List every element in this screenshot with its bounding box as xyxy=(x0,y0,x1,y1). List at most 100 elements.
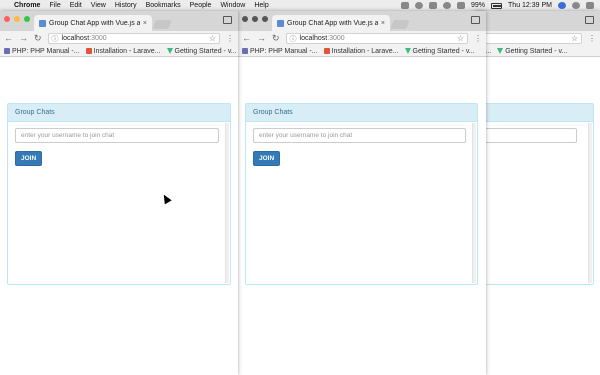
php-icon xyxy=(242,48,248,54)
browser-tab[interactable]: Group Chat App with Vue.js a × xyxy=(272,15,390,31)
search-icon[interactable] xyxy=(572,2,580,9)
scrollbar[interactable] xyxy=(225,123,229,283)
new-tab-button[interactable] xyxy=(390,20,410,29)
join-button[interactable]: JOIN xyxy=(253,151,281,166)
bookmark-star-icon[interactable]: ☆ xyxy=(571,34,578,43)
menu-history[interactable]: History xyxy=(115,2,137,9)
bluetooth-icon[interactable] xyxy=(443,2,452,9)
panel-heading xyxy=(474,104,593,122)
menu-window[interactable]: Window xyxy=(220,2,245,9)
forward-icon[interactable]: → xyxy=(257,34,266,43)
username-input[interactable] xyxy=(474,128,577,143)
browser-toolbar: ← → ↻ ⓘ localhost:3000 ☆ ⋮ xyxy=(0,31,238,46)
menu-file[interactable]: File xyxy=(49,2,60,9)
group-chats-panel xyxy=(474,103,594,285)
reload-icon[interactable]: ↻ xyxy=(34,34,42,43)
bookmark-label: Installation - Larave... xyxy=(331,47,399,55)
back-icon[interactable]: ← xyxy=(242,34,251,43)
minimize-window-icon[interactable] xyxy=(252,16,258,22)
close-window-icon[interactable] xyxy=(4,16,10,22)
url-host: localhost xyxy=(61,35,90,42)
menu-help[interactable]: Help xyxy=(254,2,268,9)
zoom-window-icon[interactable] xyxy=(24,16,30,22)
tab-strip xyxy=(474,11,600,31)
chrome-menu-icon[interactable]: ⋮ xyxy=(226,34,234,43)
tab-strip: Group Chat App with Vue.js a × xyxy=(238,11,486,31)
menu-edit[interactable]: Edit xyxy=(70,2,82,9)
avatar-icon[interactable] xyxy=(558,2,566,9)
bookmark-label: Installation - Larave... xyxy=(93,47,161,55)
bookmark-vue[interactable]: Getting Started - v... xyxy=(497,48,567,55)
scrollbar[interactable] xyxy=(472,123,476,283)
laravel-icon xyxy=(323,48,330,54)
address-bar[interactable]: ☆ xyxy=(478,33,582,44)
join-button[interactable]: JOIN xyxy=(15,151,43,166)
cloud-icon[interactable] xyxy=(429,2,438,9)
bookmark-laravel[interactable]: Installation - Larave... xyxy=(85,47,161,55)
panel-body xyxy=(474,122,593,149)
browser-window-3: ☆ ⋮ ve... Getting Started - v... xyxy=(474,11,600,375)
bookmark-php[interactable]: PHP: PHP Manual -... xyxy=(4,48,80,55)
chrome-menu-icon[interactable]: ⋮ xyxy=(474,34,482,43)
bookmark-label: Getting Started - v... xyxy=(505,47,568,55)
tab-strip: Group Chat App with Vue.js a × xyxy=(0,11,238,31)
reload-icon[interactable]: ↻ xyxy=(272,34,280,43)
bookmark-vue[interactable]: Getting Started - v... xyxy=(404,47,475,55)
browser-toolbar: ← → ↻ ⓘ localhost:3000 ☆ ⋮ xyxy=(238,31,486,46)
tab-close-icon[interactable]: × xyxy=(143,20,147,27)
window-controls xyxy=(242,16,268,22)
bookmark-label: PHP: PHP Manual -... xyxy=(12,47,80,55)
url-port: :3000 xyxy=(89,35,107,42)
menu-list-icon[interactable] xyxy=(586,2,594,9)
chrome-menu-icon[interactable]: ⋮ xyxy=(588,34,596,43)
new-tab-button[interactable] xyxy=(152,20,172,29)
bookmark-star-icon[interactable]: ☆ xyxy=(209,34,216,43)
menu-people[interactable]: People xyxy=(190,2,212,9)
menu-app-name[interactable]: Chrome xyxy=(14,2,40,9)
username-input[interactable] xyxy=(15,128,219,143)
battery-icon[interactable] xyxy=(491,2,503,9)
timer-icon[interactable] xyxy=(415,2,424,9)
clock[interactable]: Thu 12:39 PM xyxy=(508,2,552,9)
bookmark-star-icon[interactable]: ☆ xyxy=(457,34,464,43)
forward-icon[interactable]: → xyxy=(19,34,28,43)
profile-icon[interactable] xyxy=(223,16,232,24)
panel-body: JOIN xyxy=(246,122,477,172)
menu-bookmarks[interactable]: Bookmarks xyxy=(146,2,181,9)
site-info-icon[interactable]: ⓘ xyxy=(290,34,297,44)
bookmarks-bar: PHP: PHP Manual -... Installation - Lara… xyxy=(238,46,486,57)
menu-bar-tray: 99% Thu 12:39 PM xyxy=(401,2,594,9)
url-port: :3000 xyxy=(327,35,345,42)
profile-icon[interactable] xyxy=(471,16,480,24)
wifi-icon[interactable] xyxy=(457,2,466,9)
address-bar[interactable]: ⓘ localhost:3000 ☆ xyxy=(47,33,220,44)
bookmark-php[interactable]: PHP: PHP Manual -... xyxy=(242,48,318,55)
window-controls xyxy=(4,16,30,22)
scrollbar[interactable] xyxy=(588,123,592,283)
minimize-window-icon[interactable] xyxy=(14,16,20,22)
tab-close-icon[interactable]: × xyxy=(381,20,385,27)
browser-tab[interactable]: Group Chat App with Vue.js a × xyxy=(34,15,152,31)
zoom-window-icon[interactable] xyxy=(262,16,268,22)
address-url: localhost:3000 xyxy=(300,35,345,42)
site-info-icon[interactable]: ⓘ xyxy=(52,34,59,44)
close-window-icon[interactable] xyxy=(242,16,248,22)
macos-menu-bar: Chrome File Edit View History Bookmarks … xyxy=(0,0,600,11)
bookmark-vue[interactable]: Getting Started - v... xyxy=(166,48,237,55)
vue-icon xyxy=(404,48,411,54)
menu-view[interactable]: View xyxy=(91,2,106,9)
bookmarks-bar: PHP: PHP Manual -... Installation - Lara… xyxy=(0,46,238,57)
address-bar[interactable]: ⓘ localhost:3000 ☆ xyxy=(285,33,468,44)
dropbox-icon[interactable] xyxy=(401,2,410,9)
laravel-icon xyxy=(85,48,92,54)
page-content: Group Chats JOIN xyxy=(0,57,238,375)
bookmark-label: Getting Started - v... xyxy=(412,47,475,55)
browser-window-2: Group Chat App with Vue.js a × ← → ↻ ⓘ l… xyxy=(238,11,486,375)
vue-icon xyxy=(497,48,504,54)
tab-favicon-icon xyxy=(39,19,46,27)
bookmark-laravel[interactable]: Installation - Larave... xyxy=(323,47,399,55)
battery-percent[interactable]: 99% xyxy=(471,2,485,9)
back-icon[interactable]: ← xyxy=(4,34,13,43)
profile-icon[interactable] xyxy=(585,16,594,24)
username-input[interactable] xyxy=(253,128,466,143)
